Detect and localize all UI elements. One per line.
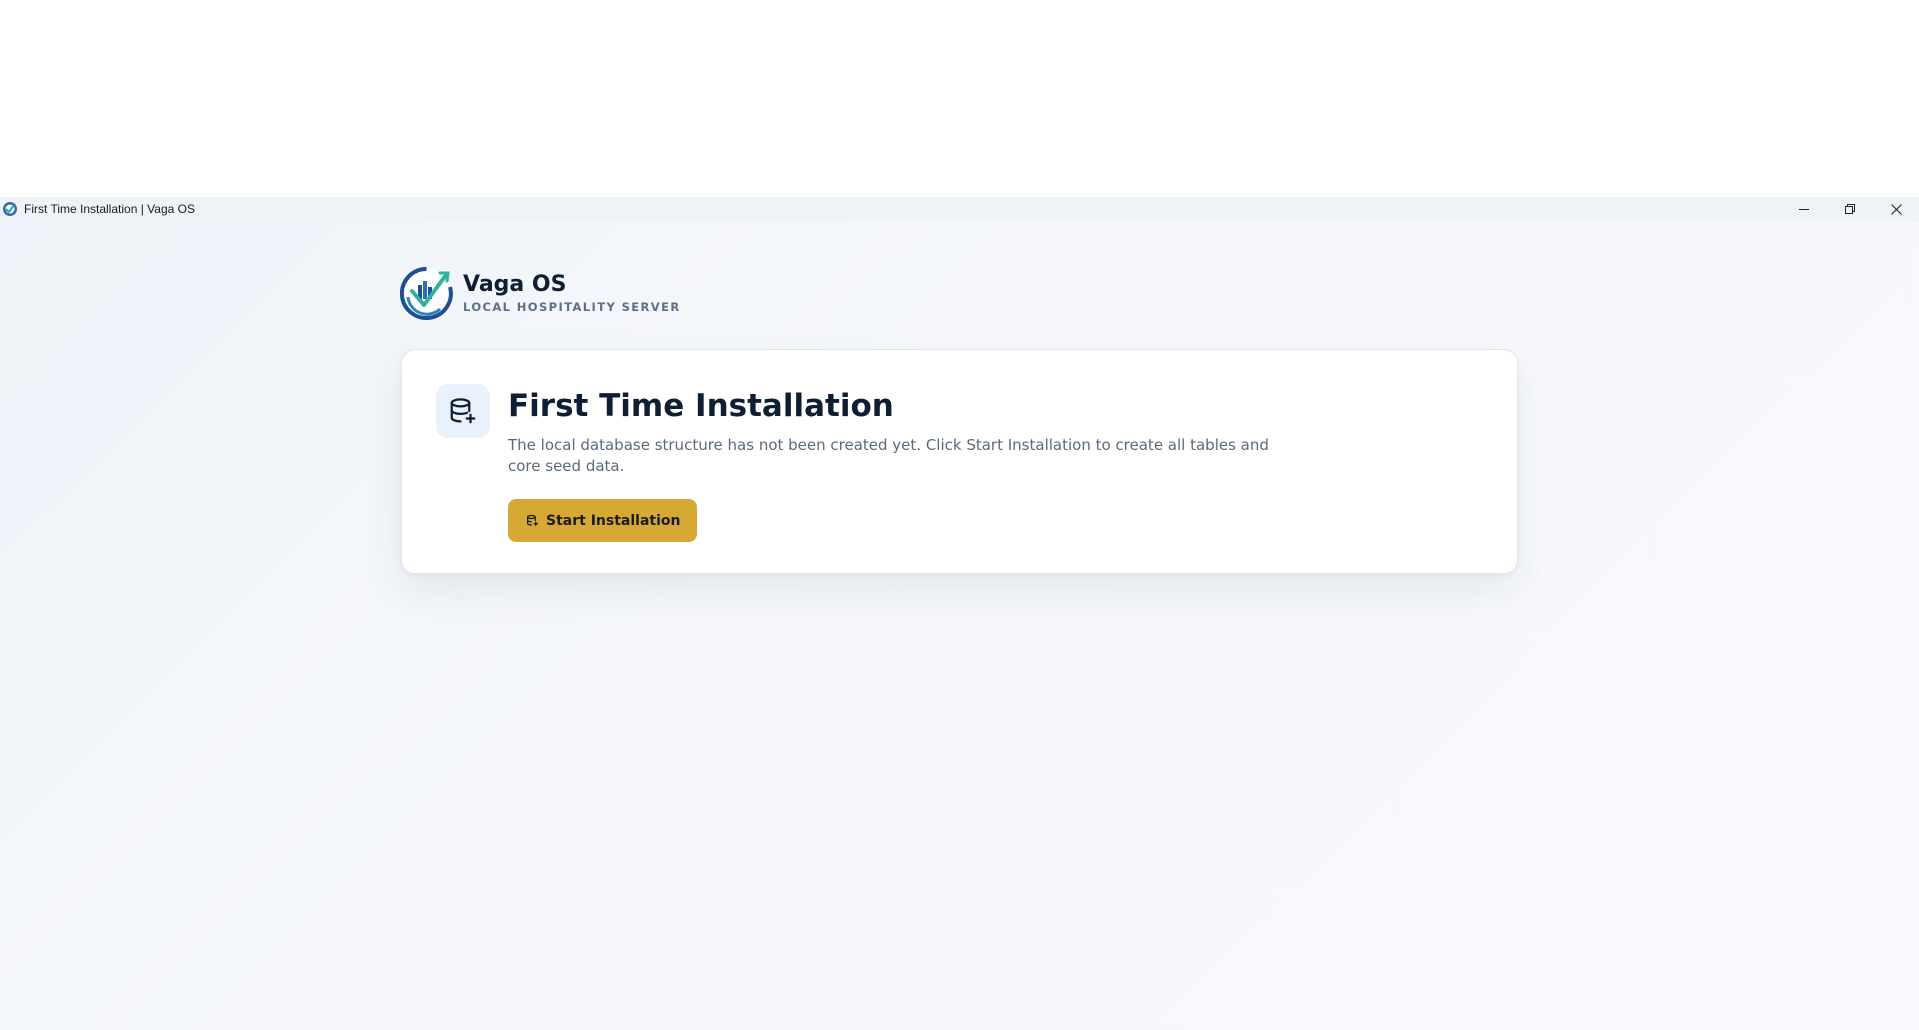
minimize-button[interactable] bbox=[1781, 197, 1827, 221]
app-icon bbox=[2, 201, 18, 217]
restore-icon bbox=[1845, 204, 1855, 214]
title-bar[interactable]: First Time Installation | Vaga OS bbox=[0, 197, 1919, 221]
brand-subtitle: LOCAL HOSPITALITY SERVER bbox=[463, 300, 681, 314]
database-plus-icon bbox=[436, 384, 490, 438]
vaga-logo-icon bbox=[399, 266, 453, 320]
app-window: First Time Installation | Vaga OS Vaga O… bbox=[0, 197, 1919, 1030]
close-icon bbox=[1890, 203, 1902, 215]
window-controls bbox=[1781, 197, 1919, 221]
minimize-icon bbox=[1799, 209, 1809, 210]
brand-header: Vaga OS LOCAL HOSPITALITY SERVER bbox=[399, 266, 681, 320]
card-title: First Time Installation bbox=[508, 388, 894, 424]
start-installation-button[interactable]: Start Installation bbox=[508, 499, 698, 542]
restore-button[interactable] bbox=[1827, 197, 1873, 221]
close-button[interactable] bbox=[1873, 197, 1919, 221]
desktop-blank-area bbox=[0, 0, 1919, 197]
start-installation-label: Start Installation bbox=[546, 512, 681, 529]
window-title: First Time Installation | Vaga OS bbox=[24, 202, 195, 216]
brand-name: Vaga OS bbox=[463, 272, 567, 297]
card-description: The local database structure has not bee… bbox=[508, 436, 1269, 475]
database-plus-icon bbox=[526, 514, 539, 527]
installation-card: First Time Installation The local databa… bbox=[401, 349, 1518, 574]
